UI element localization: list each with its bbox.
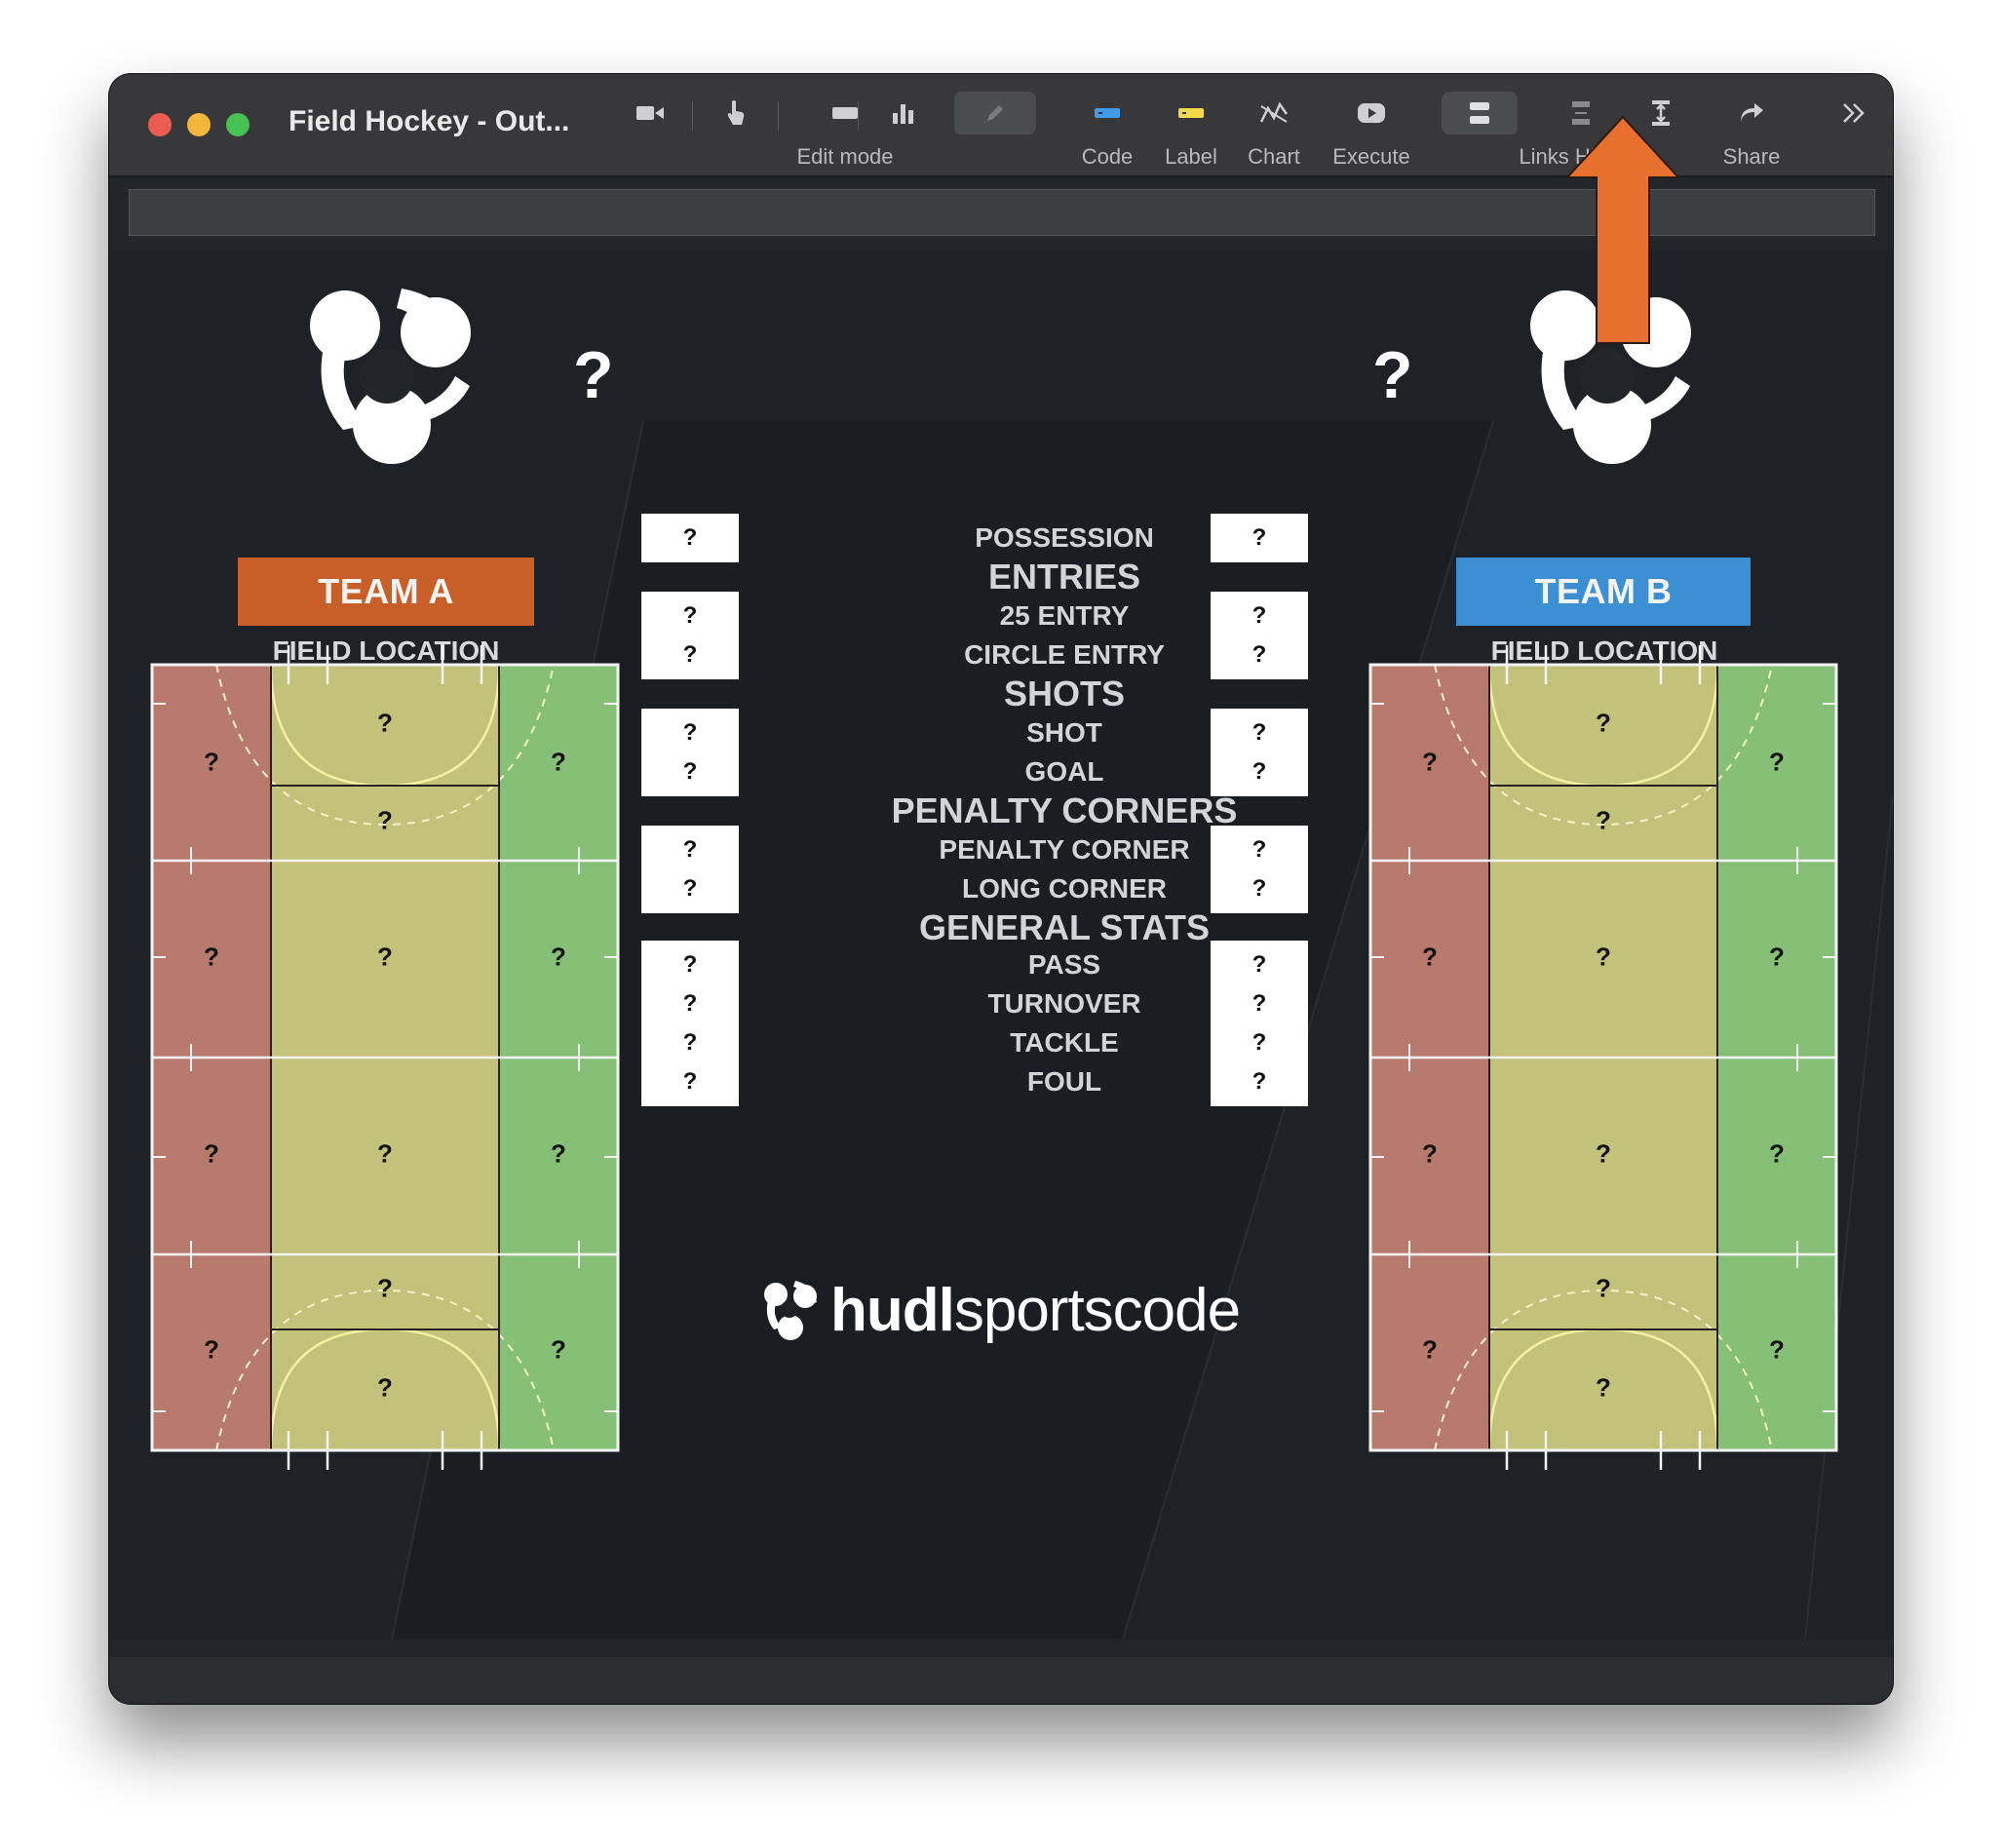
video-camera-icon xyxy=(621,96,679,131)
links-show-button[interactable] xyxy=(1439,92,1521,164)
annotation-arrow xyxy=(1564,115,1681,344)
label-label: Label xyxy=(1165,144,1217,169)
share-label: Share xyxy=(1722,144,1781,169)
field-zone-value[interactable]: ? xyxy=(204,1139,219,1170)
field-zone-value[interactable]: ? xyxy=(1422,943,1438,973)
hudl-logo-icon xyxy=(764,1281,817,1340)
field-zone-value[interactable]: ? xyxy=(1596,1274,1611,1304)
field-zone-value[interactable]: ? xyxy=(1422,1139,1438,1170)
chevron-double-right-icon xyxy=(1839,96,1868,131)
toolbar-separator xyxy=(858,101,859,131)
chart-line-icon xyxy=(1245,96,1303,131)
status-bar xyxy=(109,1657,1893,1704)
field-zone-value[interactable]: ? xyxy=(377,1274,393,1304)
maximize-window-button[interactable] xyxy=(226,113,250,136)
field-zone-value[interactable]: ? xyxy=(204,943,219,973)
field-zone-value[interactable]: ? xyxy=(551,1139,566,1170)
toolbar-overflow-button[interactable] xyxy=(1834,96,1873,164)
rectangle-button-icon xyxy=(816,96,874,131)
label-button-icon xyxy=(1162,96,1220,131)
links-show-icon xyxy=(1442,92,1518,135)
team-a-field-location-label: FIELD LOCATION xyxy=(272,635,500,666)
team-b-possession-count[interactable]: ? xyxy=(1211,514,1308,562)
team-a-button[interactable]: TEAM A xyxy=(238,558,534,626)
code-button[interactable]: Code xyxy=(1068,96,1146,169)
toolbar-separator xyxy=(692,101,693,131)
team-b-button[interactable]: TEAM B xyxy=(1456,558,1751,626)
play-execute-icon xyxy=(1342,96,1401,131)
field-zone-value[interactable]: ? xyxy=(551,748,566,778)
chart-label: Chart xyxy=(1248,144,1300,169)
window-title: Field Hockey - Out... xyxy=(289,105,570,137)
team-a-circle-entry-count[interactable]: ? xyxy=(641,631,739,679)
pointer-hand-icon xyxy=(707,96,765,131)
video-button[interactable] xyxy=(616,96,684,164)
field-zone-value[interactable]: ? xyxy=(377,1373,393,1404)
field-zone-value[interactable]: ? xyxy=(377,806,393,836)
share-button[interactable]: Share xyxy=(1708,96,1795,169)
team-a-field: ?????????????? xyxy=(150,645,620,1470)
field-zone-value[interactable]: ? xyxy=(377,943,393,973)
team-b-long-corner-count[interactable]: ? xyxy=(1211,865,1308,913)
field-zone-value[interactable]: ? xyxy=(1596,1139,1611,1170)
code-window-canvas: ? TEAM A ? TEAM B FIELD LOCATION FIELD L… xyxy=(109,250,1893,1639)
close-window-button[interactable] xyxy=(148,113,172,136)
field-zone-value[interactable]: ? xyxy=(1769,943,1785,973)
execute-button[interactable]: Execute xyxy=(1318,96,1425,169)
field-zone-value[interactable]: ? xyxy=(1422,1335,1438,1366)
brand-sportscode: sportscode xyxy=(953,1276,1241,1344)
field-zone-value[interactable]: ? xyxy=(204,748,219,778)
draw-button[interactable] xyxy=(951,92,1039,164)
team-a-goal-count[interactable]: ? xyxy=(641,748,739,796)
toolbar-separator xyxy=(778,101,779,131)
pointer-button[interactable] xyxy=(702,96,770,164)
bar-chart-icon xyxy=(874,96,933,131)
brand-hudl: hudl xyxy=(830,1276,955,1344)
team-b-field-location-label: FIELD LOCATION xyxy=(1490,635,1718,666)
team-a-score[interactable]: ? xyxy=(573,337,614,413)
field-diagram xyxy=(150,645,620,1470)
team-b-score[interactable]: ? xyxy=(1372,337,1413,413)
pencil-icon xyxy=(954,92,1036,135)
team-b-circle-entry-count[interactable]: ? xyxy=(1211,631,1308,679)
field-zone-value[interactable]: ? xyxy=(1422,748,1438,778)
share-arrow-icon xyxy=(1722,96,1781,131)
field-zone-value[interactable]: ? xyxy=(1769,1139,1785,1170)
execute-label: Execute xyxy=(1332,144,1410,169)
field-zone-value[interactable]: ? xyxy=(377,1139,393,1170)
team-a-possession-count[interactable]: ? xyxy=(641,514,739,562)
field-zone-value[interactable]: ? xyxy=(204,1335,219,1366)
label-button[interactable]: Label xyxy=(1152,96,1230,169)
field-zone-value[interactable]: ? xyxy=(377,709,393,739)
minimize-window-button[interactable] xyxy=(187,113,211,136)
field-zone-value[interactable]: ? xyxy=(1596,806,1611,836)
field-zone-value[interactable]: ? xyxy=(1769,748,1785,778)
brand-wordmark: hudlsportscode xyxy=(830,1276,1241,1345)
code-button-icon xyxy=(1078,96,1136,131)
chart-button[interactable]: Chart xyxy=(1235,96,1313,169)
team-a-foul-count[interactable]: ? xyxy=(641,1058,739,1106)
field-zone-value[interactable]: ? xyxy=(551,943,566,973)
code-label: Code xyxy=(1081,144,1134,169)
field-zone-value[interactable]: ? xyxy=(551,1335,566,1366)
field-zone-value[interactable]: ? xyxy=(1596,1373,1611,1404)
field-zone-value[interactable]: ? xyxy=(1596,943,1611,973)
field-zone-value[interactable]: ? xyxy=(1769,1335,1785,1366)
team-a-logo xyxy=(310,289,471,464)
hudl-sportscode-logo: hudlsportscode xyxy=(756,1271,1241,1349)
field-zone-value[interactable]: ? xyxy=(1596,709,1611,739)
team-b-foul-count[interactable]: ? xyxy=(1211,1058,1308,1106)
field-diagram xyxy=(1368,645,1838,1470)
team-a-long-corner-count[interactable]: ? xyxy=(641,865,739,913)
team-b-field: ?????????????? xyxy=(1368,645,1838,1470)
statistics-button[interactable] xyxy=(869,96,938,164)
team-b-goal-count[interactable]: ? xyxy=(1211,748,1308,796)
